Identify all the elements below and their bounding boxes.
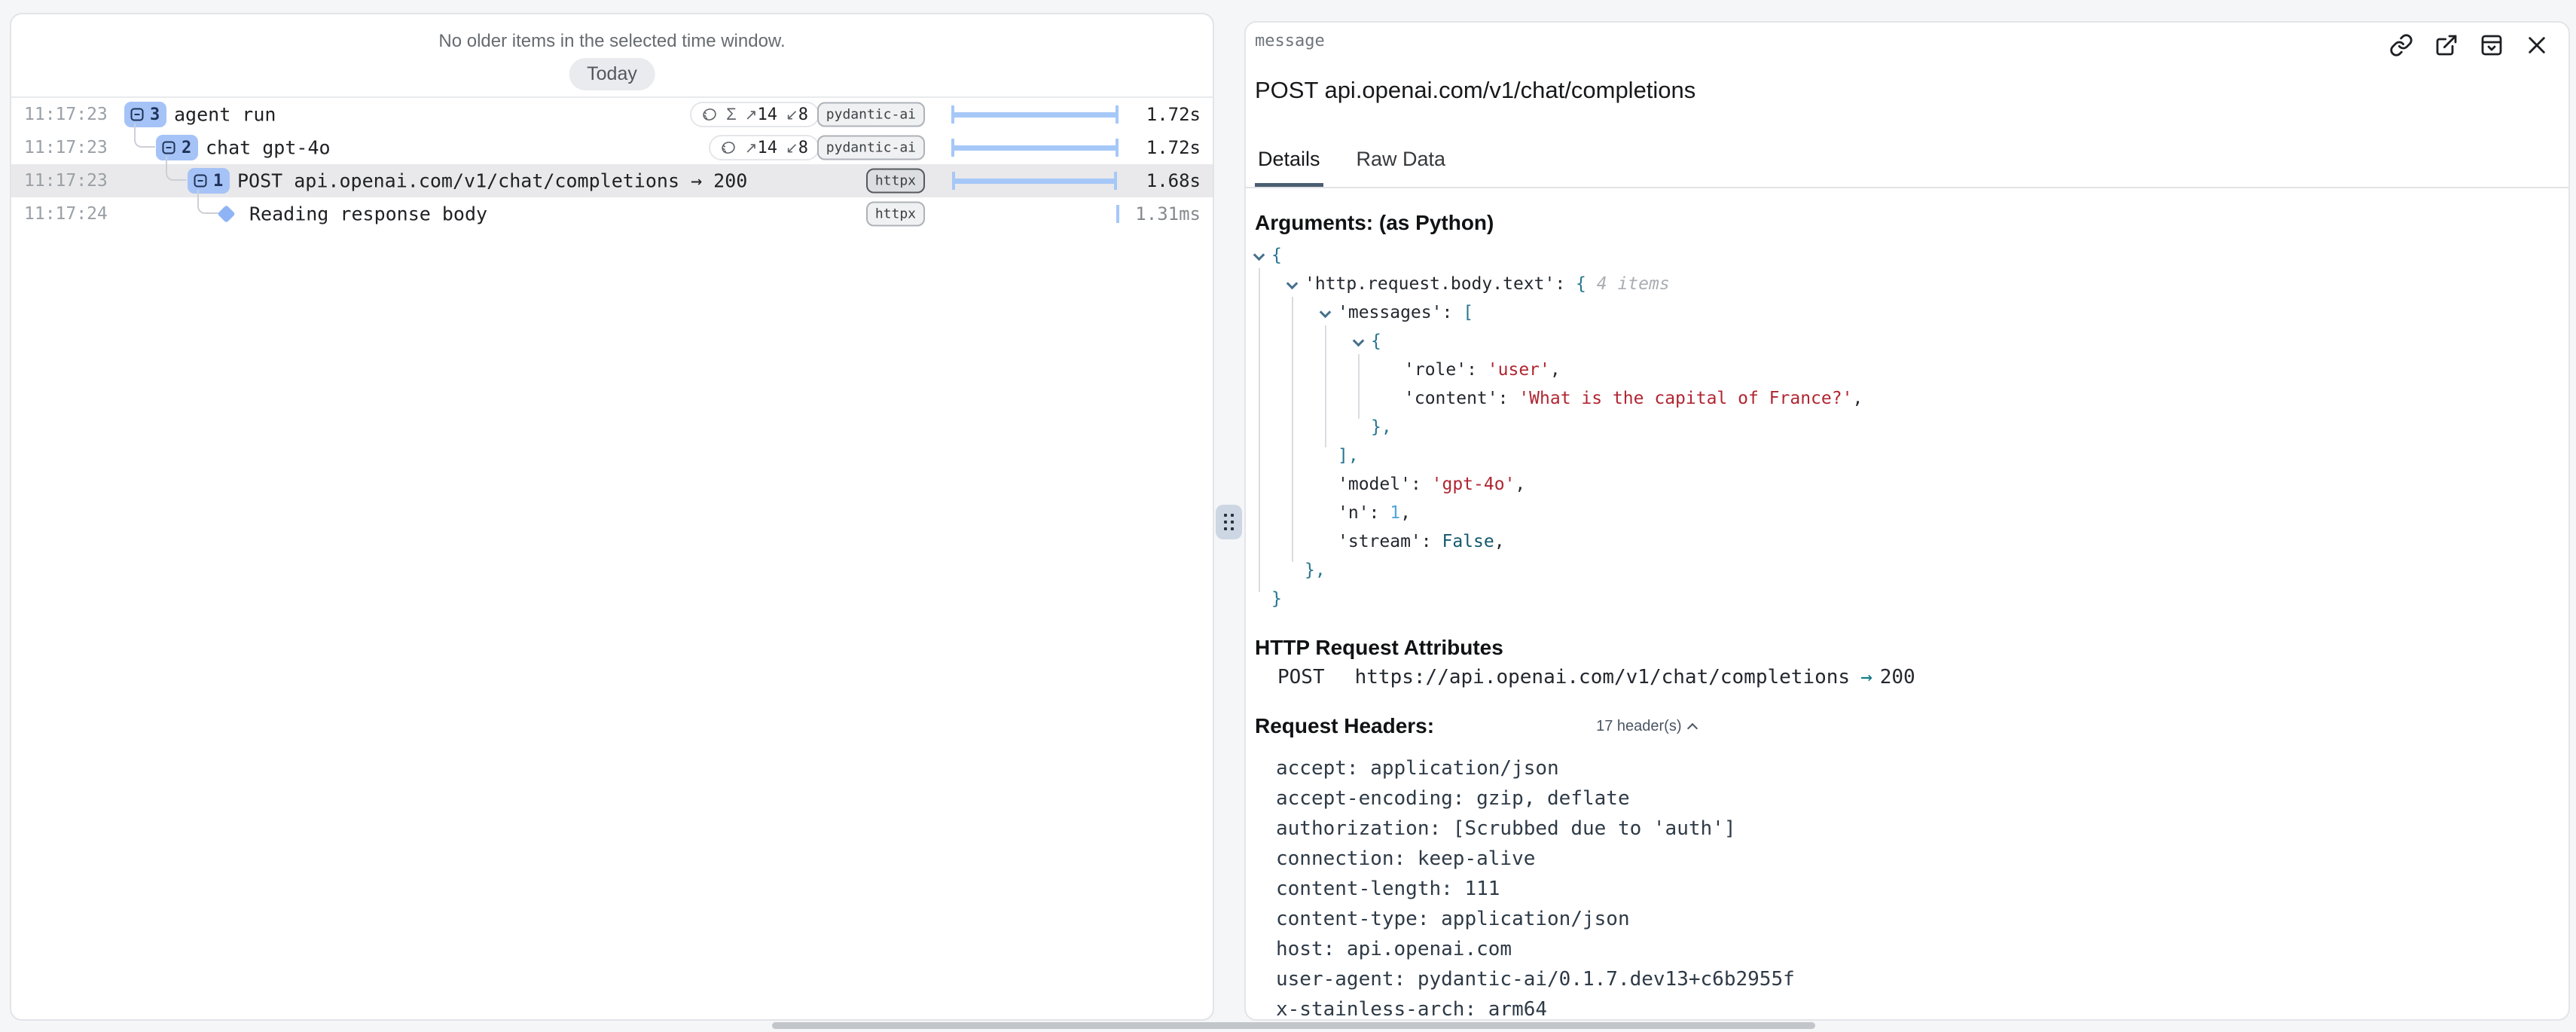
request-header-line: host: api.openai.com — [1276, 934, 2559, 964]
arguments-heading: Arguments: (as Python) — [1255, 211, 2559, 235]
collapse-minus-icon — [130, 107, 145, 122]
row-timestamp: 11:17:23 — [24, 171, 108, 191]
close-icon[interactable] — [2525, 33, 2549, 57]
scope-tag[interactable]: httpx — [866, 169, 925, 194]
code-line: 'http.request.body.text': { 4 items — [1246, 270, 2568, 298]
trace-row[interactable]: 11:17:23 2 chat gpt-4o ↗14 ↙8 pydantic-a… — [11, 131, 1213, 164]
duration-label: 1.68s — [1146, 170, 1201, 191]
duration-label: 1.72s — [1146, 104, 1201, 125]
code-line: 'stream': False, — [1246, 527, 2568, 556]
duration-bar — [952, 179, 1117, 184]
collapse-caret-icon[interactable] — [1286, 278, 1299, 290]
link-icon[interactable] — [2389, 33, 2413, 57]
token-stats-pill[interactable]: ↗14 ↙8 — [709, 135, 819, 160]
code-line: 'role': 'user', — [1246, 356, 2568, 384]
coin-icon — [701, 106, 718, 123]
span-label: POST api.openai.com/v1/chat/completions … — [237, 170, 747, 192]
tokens-in-arrow-icon: ↗ — [745, 107, 758, 124]
collapse-badge[interactable]: 1 — [188, 168, 230, 194]
duration-label: 1.31ms — [1135, 203, 1201, 224]
http-status: 200 — [1880, 666, 1915, 689]
collapse-caret-icon[interactable] — [1253, 249, 1265, 261]
trace-row[interactable]: 11:17:23 3 agent run Σ ↗14 ↙8 pydantic-a… — [11, 98, 1213, 131]
tokens-out-arrow-icon: ↙ — [786, 107, 798, 124]
horizontal-scrollbar-thumb[interactable] — [772, 1022, 1815, 1029]
headers-count-toggle[interactable]: 17 header(s) — [1596, 718, 1695, 735]
sigma-icon: Σ — [726, 105, 737, 124]
http-attributes-heading: HTTP Request Attributes — [1255, 636, 2559, 660]
no-older-items-message: No older items in the selected time wind… — [11, 31, 1213, 52]
log-time-tick — [1116, 205, 1119, 223]
span-label: chat gpt-4o — [206, 137, 331, 159]
request-header-line: user-agent: pydantic-ai/0.1.7.dev13+c6b2… — [1276, 964, 2559, 994]
request-header-line: x-stainless-arch: arm64 — [1276, 994, 2559, 1021]
panel-splitter-handle[interactable] — [1216, 505, 1242, 539]
span-detail-panel: message — [1244, 21, 2570, 1021]
duration-bar — [951, 112, 1119, 118]
detail-tabs: Details Raw Data — [1255, 148, 2568, 187]
tab-details[interactable]: Details — [1255, 148, 1323, 187]
collapse-badge[interactable]: 3 — [124, 102, 166, 127]
detail-toolbar — [2389, 33, 2549, 57]
code-line: { — [1246, 241, 2568, 270]
row-timestamp: 11:17:23 — [24, 138, 108, 157]
code-line: }, — [1246, 413, 2568, 441]
token-stats-pill[interactable]: Σ ↗14 ↙8 — [690, 102, 819, 127]
scope-tag[interactable]: pydantic-ai — [817, 136, 925, 160]
collapse-badge[interactable]: 2 — [156, 135, 198, 160]
code-line: }, — [1246, 556, 2568, 585]
request-header-line: content-length: 111 — [1276, 874, 2559, 904]
duration-label: 1.72s — [1146, 137, 1201, 158]
code-line: 'content': 'What is the capital of Franc… — [1246, 384, 2568, 413]
dock-panel-icon[interactable] — [2480, 33, 2504, 57]
request-headers-list: accept: application/jsonaccept-encoding:… — [1276, 753, 2559, 1021]
http-method: POST — [1277, 666, 1325, 689]
collapse-minus-icon — [161, 140, 176, 155]
request-header-line: connection: keep-alive — [1276, 844, 2559, 874]
duration-bar — [951, 145, 1119, 151]
collapse-minus-icon — [193, 173, 208, 188]
code-line: } — [1246, 585, 2568, 613]
today-button[interactable]: Today — [569, 58, 655, 90]
log-diamond-icon — [217, 205, 235, 223]
trace-row[interactable]: 11:17:23 1 POST api.openai.com/v1/chat/c… — [11, 164, 1213, 197]
tabs-divider — [1246, 187, 2568, 188]
row-timestamp: 11:17:23 — [24, 105, 108, 124]
log-label: Reading response body — [249, 203, 487, 225]
code-line: 'n': 1, — [1246, 499, 2568, 527]
headers-count-label: 17 header(s) — [1596, 718, 1681, 735]
span-title: POST api.openai.com/v1/chat/completions — [1255, 77, 2559, 104]
chevron-up-icon — [1686, 722, 1697, 733]
request-header-line: accept: application/json — [1276, 753, 2559, 783]
arguments-code-block: {'http.request.body.text': { 4 items'mes… — [1246, 241, 2568, 613]
code-line: { — [1246, 327, 2568, 356]
open-in-new-icon[interactable] — [2434, 33, 2458, 57]
scope-tag[interactable]: pydantic-ai — [817, 102, 925, 127]
request-header-line: authorization: [Scrubbed due to 'auth'] — [1276, 814, 2559, 844]
collapse-caret-icon[interactable] — [1353, 335, 1365, 347]
code-line: 'messages': [ — [1246, 298, 2568, 327]
tokens-out-arrow-icon: ↙ — [786, 140, 798, 157]
code-line: ], — [1246, 441, 2568, 470]
coin-icon — [720, 139, 737, 156]
status-arrow: → — [1860, 666, 1872, 689]
tab-raw-data[interactable]: Raw Data — [1354, 148, 1449, 187]
scope-tag[interactable]: httpx — [866, 202, 925, 227]
trace-row[interactable]: 11:17:24 Reading response body httpx 1.31m… — [11, 197, 1213, 231]
span-label: agent run — [174, 104, 276, 126]
request-headers-heading: Request Headers: — [1255, 714, 1434, 738]
trace-rows: 11:17:23 3 agent run Σ ↗14 ↙8 pydantic-a… — [11, 98, 1213, 231]
trace-list-panel: No older items in the selected time wind… — [10, 13, 1214, 1021]
span-kind-label: message — [1255, 32, 1325, 50]
request-header-line: accept-encoding: gzip, deflate — [1276, 783, 2559, 814]
row-timestamp: 11:17:24 — [24, 204, 108, 224]
request-header-line: content-type: application/json — [1276, 904, 2559, 934]
collapse-caret-icon[interactable] — [1320, 307, 1332, 319]
http-url: https://api.openai.com/v1/chat/completio… — [1355, 666, 1850, 689]
timeline-empty-zone: No older items in the selected time wind… — [11, 14, 1213, 98]
tokens-in-arrow-icon: ↗ — [745, 140, 758, 157]
http-request-line: POST https://api.openai.com/v1/chat/compl… — [1277, 666, 2559, 689]
code-line: 'model': 'gpt-4o', — [1246, 470, 2568, 499]
